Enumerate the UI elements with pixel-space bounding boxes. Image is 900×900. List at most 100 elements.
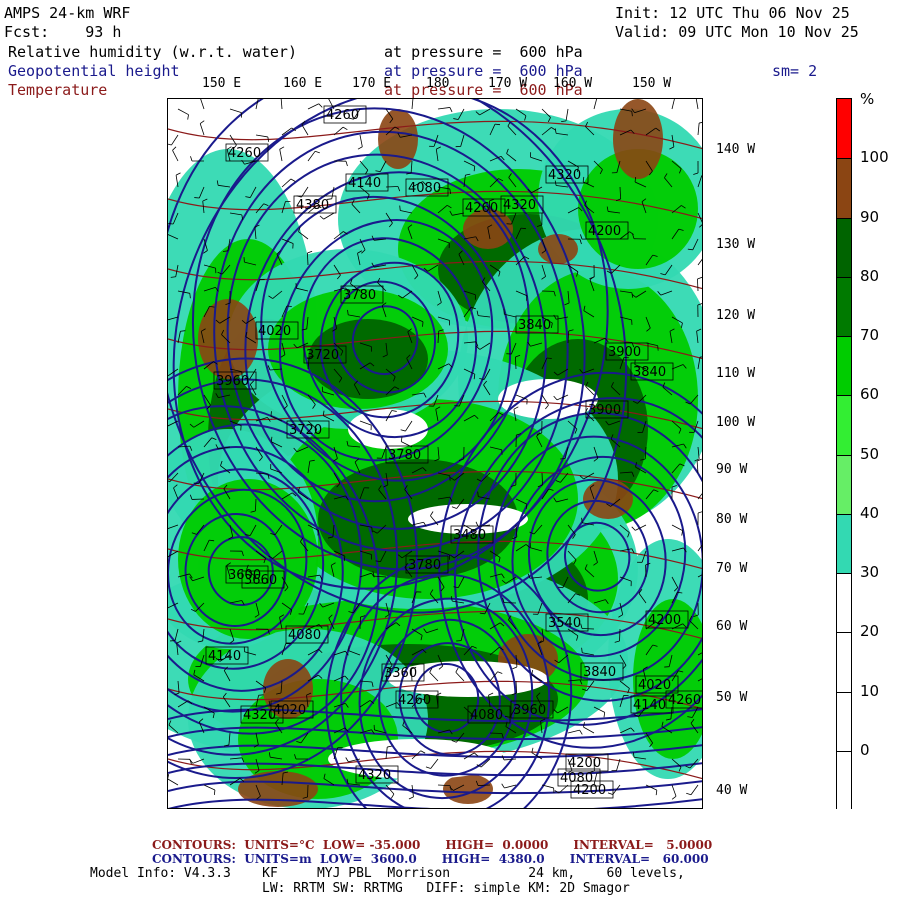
longitude-right-label: 60 W bbox=[716, 619, 748, 634]
wind-barb bbox=[200, 99, 205, 110]
wind-barb-flag bbox=[180, 330, 186, 332]
wind-barb bbox=[255, 99, 259, 110]
init-time: Init: 12 UTC Thu 06 Nov 25 bbox=[615, 4, 850, 22]
wind-barb-flag bbox=[290, 178, 296, 182]
longitude-right-label: 40 W bbox=[716, 783, 748, 798]
wind-barb bbox=[172, 150, 179, 162]
wind-barb-flag bbox=[279, 146, 285, 150]
wind-barb-flag bbox=[634, 177, 637, 183]
colorbar-tick-label: 90 bbox=[860, 207, 880, 226]
colorbar-tick-label: 30 bbox=[860, 563, 880, 581]
longitude-right-label: 90 W bbox=[716, 462, 748, 477]
wind-barb-flag bbox=[631, 526, 636, 531]
wind-barb-flag bbox=[399, 205, 401, 211]
wind-barb bbox=[690, 784, 699, 795]
height-label-text: 4080 bbox=[288, 628, 321, 643]
height-label-text: 3840 bbox=[583, 665, 616, 680]
longitude-right-label: 70 W bbox=[716, 561, 748, 576]
height-label-text: 4080 bbox=[470, 708, 503, 723]
colorbar-tick-label: 0 bbox=[860, 740, 870, 759]
longitude-top-label: 170 E bbox=[352, 76, 392, 91]
colorbar-segment bbox=[837, 99, 851, 159]
wind-barb bbox=[411, 99, 414, 110]
height-label-text: 3720 bbox=[306, 348, 339, 363]
wind-barb-flag bbox=[546, 357, 552, 359]
wind-barb-flag bbox=[314, 150, 320, 154]
wind-barb-flag bbox=[477, 491, 479, 497]
wind-barb-flag bbox=[697, 276, 702, 280]
relative-humidity-shading bbox=[168, 99, 702, 808]
colorbar-segment bbox=[837, 336, 851, 396]
longitude-right-label: 130 W bbox=[716, 237, 756, 252]
wind-barb bbox=[671, 784, 677, 797]
height-label-text: 4140 bbox=[208, 649, 241, 664]
wind-barb bbox=[437, 107, 450, 110]
longitude-top-label: 160 W bbox=[553, 76, 593, 91]
height-label-text: 3840 bbox=[633, 365, 666, 380]
height-label-text: 3840 bbox=[518, 318, 551, 333]
smoothing-label: sm= 2 bbox=[772, 62, 818, 80]
height-label-text: 4260 bbox=[465, 201, 498, 216]
wind-barb-flag bbox=[449, 107, 453, 113]
wind-barb-flag bbox=[697, 511, 702, 514]
wind-barb bbox=[489, 732, 503, 734]
height-label-text: 4260 bbox=[398, 693, 431, 708]
wind-barb-flag bbox=[187, 114, 189, 120]
wind-barb bbox=[477, 784, 491, 786]
model-title: AMPS 24-km WRF bbox=[4, 4, 131, 22]
wind-barb bbox=[301, 124, 309, 136]
longitude-top-label: 160 E bbox=[283, 76, 323, 91]
height-label: 4200 bbox=[565, 753, 609, 772]
colorbar-tick-label: 40 bbox=[860, 503, 880, 522]
wind-barb-flag bbox=[579, 729, 583, 735]
wind-barb bbox=[697, 258, 702, 266]
colorbar-segment bbox=[837, 750, 851, 810]
height-label-text: 3780 bbox=[388, 448, 421, 463]
wind-barb-flag bbox=[583, 722, 585, 728]
wind-barb-flag bbox=[671, 795, 677, 800]
wind-barb-flag bbox=[603, 712, 606, 718]
height-label-text: 3900 bbox=[608, 345, 641, 360]
colorbar-tick-label: 70 bbox=[860, 326, 880, 344]
colorbar-segment bbox=[837, 158, 851, 218]
wind-barb bbox=[331, 186, 335, 199]
height-label-text: 4200 bbox=[648, 613, 681, 628]
height-label-text: 4260 bbox=[228, 146, 261, 161]
wind-barb-flag bbox=[213, 789, 216, 795]
wind-barb-flag bbox=[168, 773, 170, 780]
colorbar-segment bbox=[837, 217, 851, 277]
wind-barb bbox=[697, 123, 700, 136]
colorbar-segment bbox=[837, 395, 851, 455]
geopotential-contour-info: CONTOURS: UNITS=m LOW= 3600.0 HIGH= 4380… bbox=[152, 852, 709, 866]
wind-barb bbox=[671, 99, 675, 110]
colorbar bbox=[836, 98, 852, 810]
height-label-text: 3960 bbox=[216, 374, 249, 389]
wind-barb bbox=[359, 134, 363, 147]
colorbar-segment bbox=[837, 691, 851, 751]
wind-barb bbox=[199, 123, 205, 136]
longitude-right-label: 50 W bbox=[716, 690, 748, 705]
height-label-text: 4080 bbox=[408, 181, 441, 196]
geopotential-label: Geopotential height bbox=[8, 62, 180, 80]
colorbar-tick-label: 10 bbox=[860, 681, 880, 700]
wind-barb-flag bbox=[172, 146, 177, 151]
height-label-text: 4200 bbox=[573, 783, 606, 798]
wind-barb-flag bbox=[607, 792, 613, 795]
height-label-text: 4320 bbox=[548, 168, 581, 183]
model-info: Model Info: V4.3.3 KF MYJ PBL Morrison 2… bbox=[90, 866, 685, 881]
longitude-right-label: 140 W bbox=[716, 142, 756, 157]
height-label-text: 4020 bbox=[273, 703, 306, 718]
height-label-text: 3900 bbox=[588, 403, 621, 418]
wind-barb-flag bbox=[307, 250, 313, 254]
wind-barb bbox=[229, 108, 242, 113]
height-label-text: 4200 bbox=[568, 756, 601, 771]
rh-level: at pressure = 600 hPa bbox=[384, 43, 583, 61]
wind-barb-flag bbox=[357, 146, 363, 150]
colorbar-segment bbox=[837, 454, 851, 514]
wind-barb bbox=[301, 186, 309, 198]
temperature-label: Temperature bbox=[8, 81, 108, 99]
height-label-text: 3480 bbox=[453, 528, 486, 543]
wind-barb-flag bbox=[318, 103, 323, 108]
colorbar-segment bbox=[837, 513, 851, 573]
wind-barb-flag bbox=[267, 136, 270, 142]
